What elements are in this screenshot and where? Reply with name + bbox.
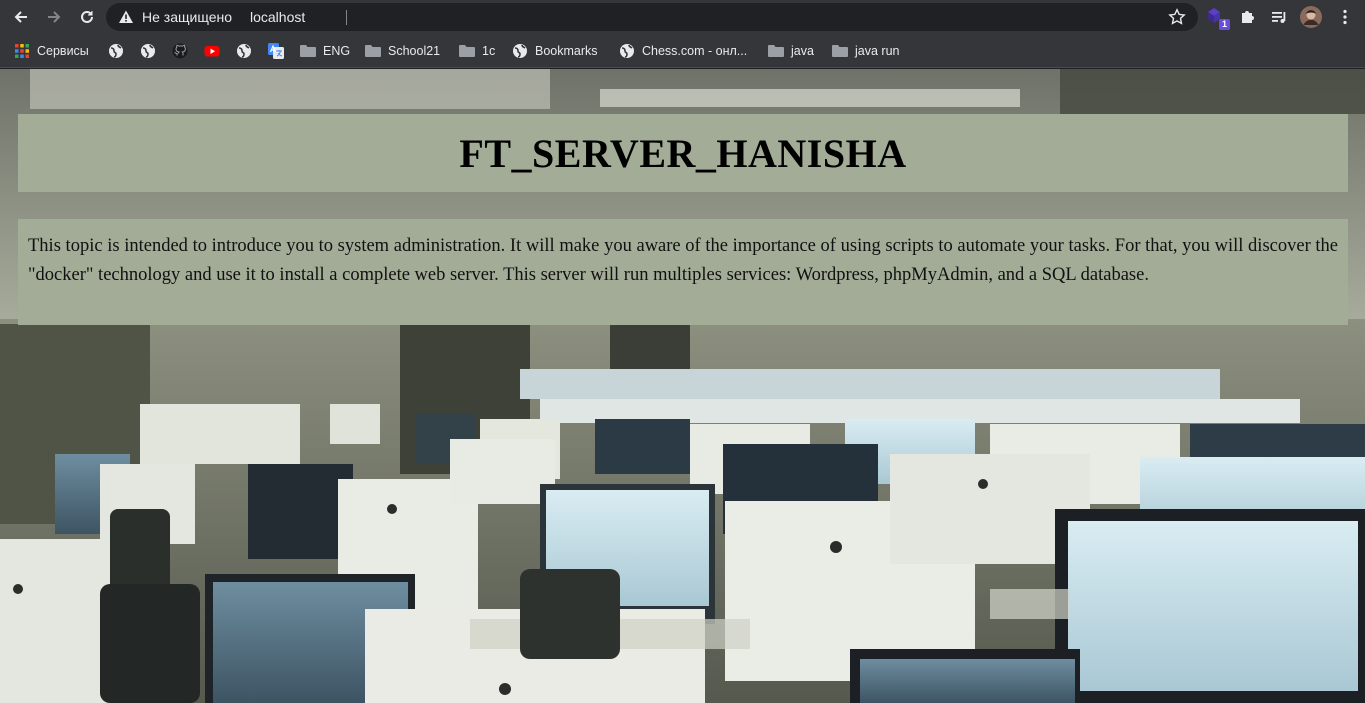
bookmark-globe-1[interactable] (108, 42, 124, 60)
bookmark-label: 1c (482, 44, 496, 58)
bookmark-folder-school21[interactable]: School21 (365, 42, 440, 60)
bookmark-folder-java-run[interactable]: java run (832, 42, 899, 60)
omnibox-divider (346, 10, 347, 25)
avatar (1300, 6, 1322, 28)
browser-menu-button[interactable] (1334, 6, 1356, 28)
bookmark-folder-1c[interactable]: 1c (459, 42, 495, 60)
bookmark-globe-2[interactable] (140, 42, 156, 60)
folder-icon (300, 43, 316, 59)
page-title: FT_SERVER_HANISHA (459, 130, 907, 176)
url-text[interactable]: localhost (250, 9, 305, 25)
bookmark-label: Chess.com - онл... (642, 44, 748, 58)
bookmark-label: Сервисы (37, 44, 89, 58)
folder-icon (365, 43, 381, 59)
bookmark-label: java run (855, 44, 900, 58)
address-bar[interactable]: Не защищено localhost (106, 3, 1198, 31)
intro-panel: This topic is intended to introduce you … (18, 219, 1348, 325)
apps-grid-icon (14, 43, 30, 59)
browser-toolbar: Не защищено localhost 1 (0, 0, 1365, 34)
warning-icon[interactable] (118, 9, 134, 25)
folder-icon (459, 43, 475, 59)
back-button[interactable] (10, 6, 32, 28)
reload-button[interactable] (76, 6, 98, 28)
github-icon (172, 43, 188, 59)
profile-button[interactable] (1300, 6, 1322, 28)
more-vertical-icon (1343, 9, 1347, 25)
reload-icon (81, 10, 93, 23)
intro-paragraph: This topic is intended to introduce you … (28, 236, 1338, 285)
puzzle-icon (1242, 11, 1254, 23)
bookmark-globe-3[interactable] (236, 42, 252, 60)
media-control-button[interactable] (1268, 6, 1290, 28)
globe-icon (108, 43, 124, 59)
bookmark-label: School21 (388, 44, 441, 58)
playlist-icon (1272, 12, 1286, 23)
bookmark-label: ENG (323, 44, 351, 58)
title-banner: FT_SERVER_HANISHA (18, 114, 1348, 192)
forward-button[interactable] (43, 6, 65, 28)
bookmark-label: Bookmarks (535, 44, 598, 58)
folder-icon (768, 43, 784, 59)
globe-icon (619, 43, 635, 59)
back-arrow-icon (14, 11, 27, 23)
page-viewport: FT_SERVER_HANISHA This topic is intended… (0, 69, 1365, 703)
bookmark-star-icon[interactable] (1168, 8, 1186, 26)
bookmark-apps[interactable]: Сервисы (14, 42, 89, 60)
globe-icon (236, 43, 252, 59)
bookmark-folder-java[interactable]: java (768, 42, 814, 60)
security-label[interactable]: Не защищено (142, 9, 232, 25)
google-translate-icon (268, 43, 284, 59)
extension-button[interactable]: 1 (1206, 6, 1230, 30)
extensions-menu-button[interactable] (1237, 6, 1259, 28)
extension-badge: 1 (1218, 19, 1230, 30)
bookmark-translate[interactable] (268, 42, 284, 60)
bookmark-bookmarks[interactable]: Bookmarks (512, 42, 598, 60)
globe-icon (140, 43, 156, 59)
bookmark-label: java (791, 44, 814, 58)
globe-icon (512, 43, 528, 59)
bookmarks-bar: Сервисы ENG School21 1c Bookmarks Chess.… (0, 34, 1365, 68)
forward-arrow-icon (48, 11, 61, 23)
bookmark-github[interactable] (172, 42, 188, 60)
folder-icon (832, 43, 848, 59)
bookmark-youtube[interactable] (204, 42, 220, 60)
bookmark-chess[interactable]: Chess.com - онл... (619, 42, 747, 60)
youtube-icon (204, 43, 220, 59)
bookmark-folder-eng[interactable]: ENG (300, 42, 350, 60)
